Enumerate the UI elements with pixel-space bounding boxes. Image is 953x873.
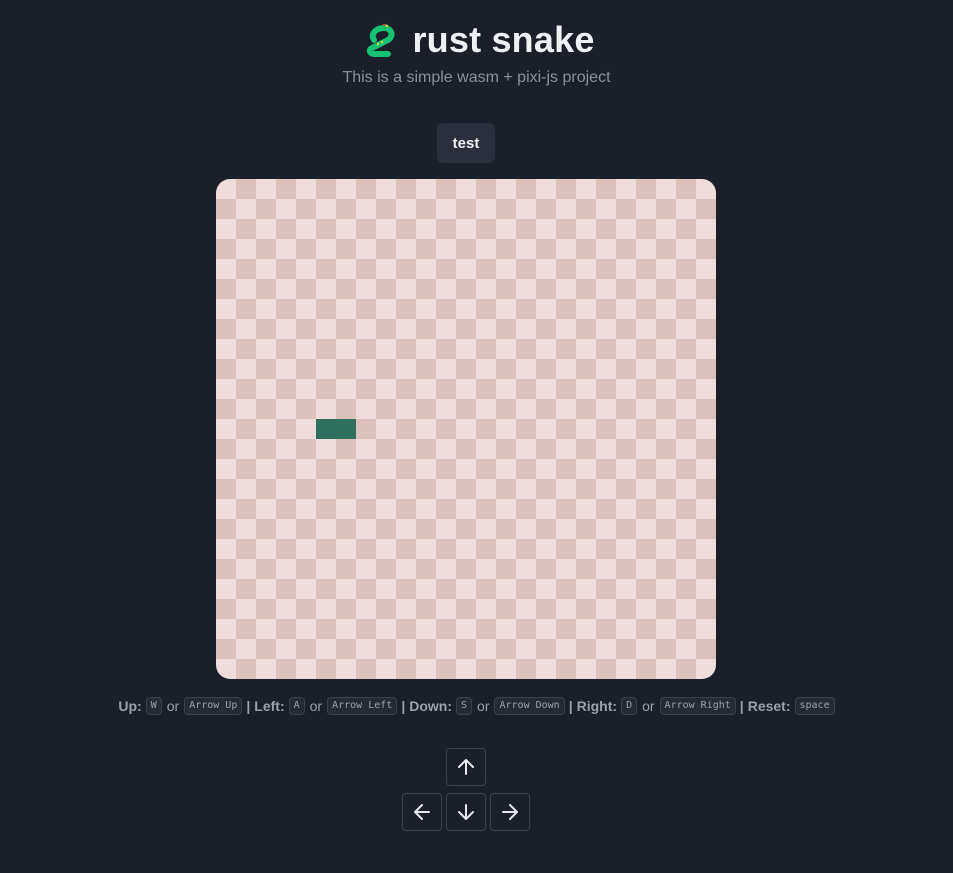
arrow-right-icon xyxy=(502,804,518,820)
test-button[interactable]: test xyxy=(437,123,495,163)
page-title: rust snake xyxy=(412,19,595,60)
key-s: S xyxy=(456,697,473,715)
key-d: D xyxy=(621,697,638,715)
arrow-up-icon xyxy=(458,759,474,775)
or-text: or xyxy=(477,698,490,714)
controls-legend: Up: W or Arrow Up | Left: A or Arrow Lef… xyxy=(0,697,953,715)
arrow-right-button[interactable] xyxy=(490,793,530,831)
left-label: Left: xyxy=(254,698,285,714)
page: rust snake This is a simple wasm + pixi-… xyxy=(0,0,953,873)
reset-label: Reset: xyxy=(747,698,791,714)
separator: | xyxy=(739,698,744,714)
down-label: Down: xyxy=(409,698,452,714)
separator: | xyxy=(568,698,573,714)
key-w: W xyxy=(145,697,162,715)
arrow-left-button[interactable] xyxy=(402,793,442,831)
key-space: space xyxy=(794,697,835,715)
arrow-down-button[interactable] xyxy=(446,793,486,831)
arrow-up-button[interactable] xyxy=(446,748,486,786)
key-arrow-down: Arrow Down xyxy=(494,697,565,715)
key-arrow-up: Arrow Up xyxy=(184,697,243,715)
game-board[interactable] xyxy=(216,179,716,679)
or-text: or xyxy=(642,698,655,714)
or-text: or xyxy=(166,698,180,714)
right-label: Right: xyxy=(576,698,618,714)
up-label: Up: xyxy=(118,698,142,714)
page-subtitle: This is a simple wasm + pixi-js project xyxy=(342,69,611,86)
snake-head xyxy=(336,419,356,439)
separator: | xyxy=(246,698,251,714)
snake-icon xyxy=(358,20,398,60)
key-arrow-left: Arrow Left xyxy=(327,697,398,715)
arrow-left-icon xyxy=(414,804,430,820)
key-a: A xyxy=(288,697,305,715)
arrow-down-icon xyxy=(458,804,474,820)
or-text: or xyxy=(309,698,323,714)
snake-segment xyxy=(316,419,336,439)
separator: | xyxy=(401,698,406,714)
key-arrow-right: Arrow Right xyxy=(659,697,736,715)
header: rust snake xyxy=(0,18,953,62)
